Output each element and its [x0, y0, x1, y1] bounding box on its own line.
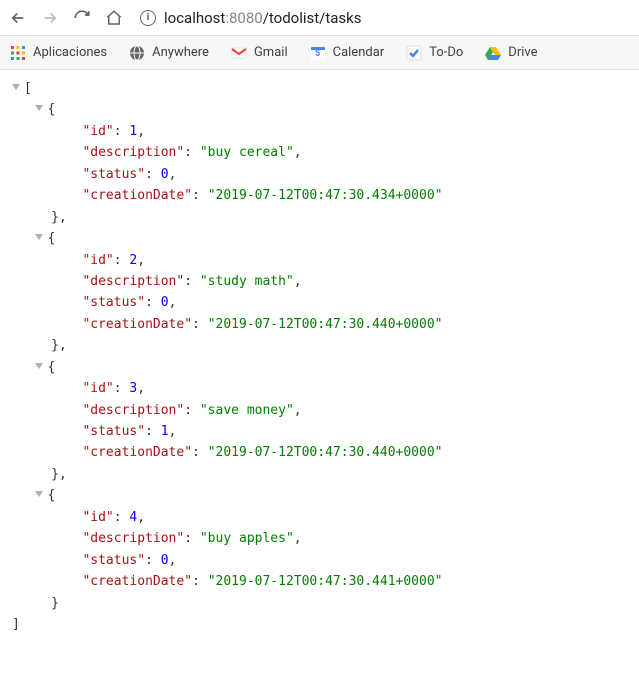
check-icon — [406, 45, 422, 61]
info-icon[interactable]: i — [140, 10, 156, 26]
bookmark-drive[interactable]: Drive — [485, 45, 537, 61]
json-prop: "description": "buy cereal", — [12, 142, 627, 163]
json-object-close: }, — [12, 335, 627, 356]
json-object-open[interactable]: { — [12, 99, 627, 120]
json-array-close: ] — [12, 614, 627, 635]
json-prop: "id": 1, — [12, 121, 627, 142]
json-prop: "id": 2, — [12, 250, 627, 271]
json-object-open[interactable]: { — [12, 228, 627, 249]
json-prop: "status": 1, — [12, 421, 627, 442]
chevron-down-icon[interactable] — [35, 234, 43, 240]
json-prop: "creationDate": "2019-07-12T00:47:30.434… — [12, 185, 627, 206]
json-prop: "description": "study math", — [12, 271, 627, 292]
forward-button[interactable] — [40, 8, 60, 28]
json-prop: "id": 4, — [12, 507, 627, 528]
chevron-down-icon[interactable] — [35, 105, 43, 111]
home-button[interactable] — [104, 8, 124, 28]
bookmark-gmail[interactable]: Gmail — [231, 45, 288, 61]
bookmark-anywhere[interactable]: Anywhere — [129, 45, 209, 61]
url-port: :8080 — [225, 9, 262, 27]
json-prop: "status": 0, — [12, 164, 627, 185]
bookmark-apps[interactable]: Aplicaciones — [10, 45, 107, 61]
url-text: localhost:8080/todolist/tasks — [164, 9, 362, 27]
json-prop: "creationDate": "2019-07-12T00:47:30.441… — [12, 571, 627, 592]
browser-toolbar: i localhost:8080/todolist/tasks — [0, 0, 639, 36]
bookmark-calendar[interactable]: 5 Calendar — [310, 45, 385, 61]
json-object-close: }, — [12, 464, 627, 485]
apps-icon — [10, 45, 26, 61]
bookmark-label: Drive — [508, 45, 537, 60]
gmail-icon — [231, 45, 247, 61]
reload-button[interactable] — [72, 8, 92, 28]
url-bar[interactable]: i localhost:8080/todolist/tasks — [136, 9, 631, 27]
json-prop: "id": 3, — [12, 378, 627, 399]
chevron-down-icon[interactable] — [35, 491, 43, 497]
json-prop: "description": "buy apples", — [12, 528, 627, 549]
bookmarks-bar: Aplicaciones Anywhere Gmail 5 Calendar T… — [0, 36, 639, 70]
json-prop: "description": "save money", — [12, 400, 627, 421]
bookmark-label: Anywhere — [152, 45, 209, 60]
bookmark-label: Calendar — [333, 45, 385, 60]
bookmark-label: Gmail — [254, 45, 288, 60]
bookmark-todo[interactable]: To-Do — [406, 45, 463, 61]
url-host: localhost — [164, 9, 225, 27]
bookmark-label: Aplicaciones — [33, 45, 107, 60]
json-prop: "creationDate": "2019-07-12T00:47:30.440… — [12, 314, 627, 335]
json-prop: "status": 0, — [12, 550, 627, 571]
globe-icon — [129, 45, 145, 61]
url-path: /todolist/tasks — [263, 9, 362, 27]
chevron-down-icon[interactable] — [12, 84, 20, 90]
bookmark-label: To-Do — [429, 45, 463, 60]
json-viewer: [ { "id": 1, "description": "buy cereal"… — [0, 70, 639, 647]
json-object-close: } — [12, 593, 627, 614]
json-array-open[interactable]: [ — [12, 78, 627, 99]
calendar-icon: 5 — [310, 45, 326, 61]
drive-icon — [485, 45, 501, 61]
json-prop: "status": 0, — [12, 292, 627, 313]
json-prop: "creationDate": "2019-07-12T00:47:30.440… — [12, 442, 627, 463]
chevron-down-icon[interactable] — [35, 363, 43, 369]
calendar-day: 5 — [310, 49, 326, 59]
json-object-close: }, — [12, 207, 627, 228]
json-object-open[interactable]: { — [12, 357, 627, 378]
json-object-open[interactable]: { — [12, 485, 627, 506]
back-button[interactable] — [8, 8, 28, 28]
